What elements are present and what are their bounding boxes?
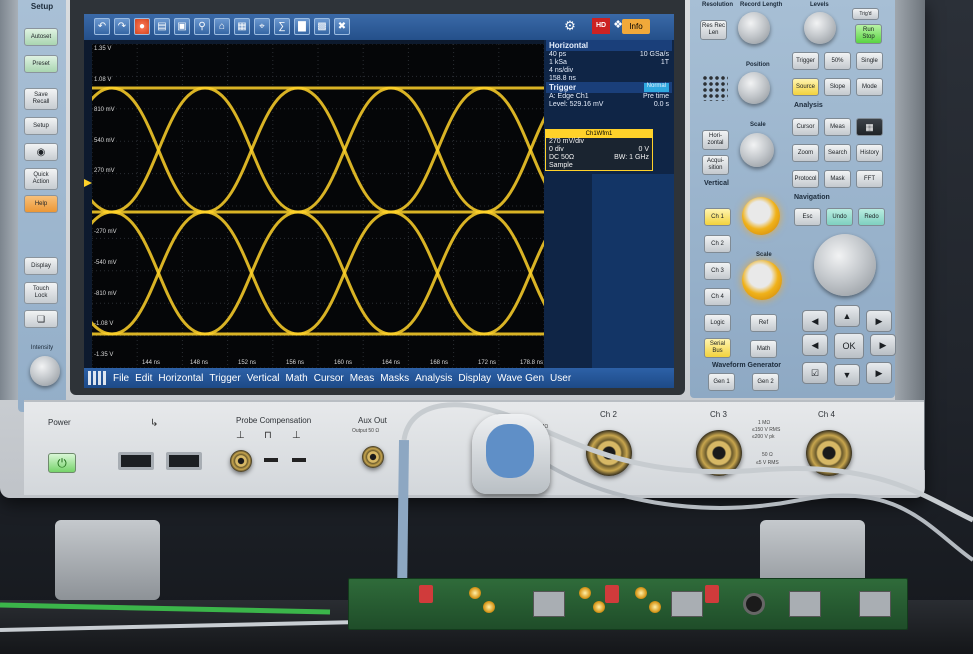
sma-connector-3 <box>579 587 591 599</box>
rj45-port-3[interactable] <box>789 591 821 617</box>
board-switch-1[interactable] <box>419 585 433 603</box>
sma-connector-2 <box>483 601 495 613</box>
board-switch-2[interactable] <box>605 585 619 603</box>
rj45-port-4[interactable] <box>859 591 891 617</box>
board-switch-3[interactable] <box>705 585 719 603</box>
sma-connector-5 <box>635 587 647 599</box>
demo-circuit-board <box>348 578 908 630</box>
sma-connector-6 <box>649 601 661 613</box>
sma-connector-4 <box>593 601 605 613</box>
audio-jack[interactable] <box>743 593 765 615</box>
rj45-port-1[interactable] <box>533 591 565 617</box>
rj45-port-2[interactable] <box>671 591 703 617</box>
sma-connector-1 <box>469 587 481 599</box>
probe-head[interactable] <box>472 414 550 494</box>
cables-layer <box>0 402 973 632</box>
photo-scene: Setup Autoset Preset Save Recall Setup ◉… <box>0 0 973 654</box>
